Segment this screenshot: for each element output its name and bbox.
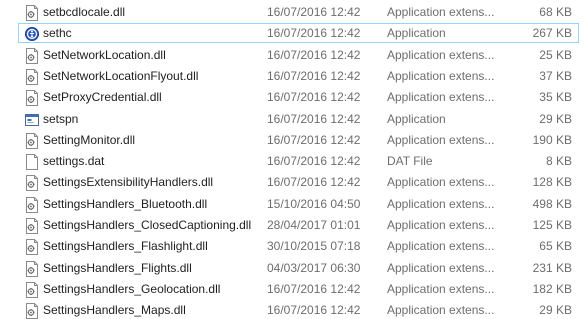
file-type: Application — [387, 111, 446, 126]
file-list: setbcdlocale.dll 16/07/2016 12:42 Applicat… — [0, 0, 587, 319]
file-name: SettingsHandlers_ClosedCaptioning.dll — [43, 218, 252, 232]
file-row[interactable]: SettingsHandlers_Maps.dll 16/07/2016 12:4… — [18, 300, 579, 319]
file-row[interactable]: SettingMonitor.dll 16/07/2016 12:42 Applic… — [18, 130, 579, 150]
file-name: SettingsHandlers_Geolocation.dll — [43, 281, 221, 296]
file-name: SetNetworkLocationFlyout.dll — [43, 68, 199, 83]
file-name: SettingMonitor.dll — [43, 132, 136, 147]
file-name: SettingsHandlers_Bluetooth.dll — [43, 196, 208, 211]
file-size: 68 KB — [539, 5, 572, 19]
dll-file-icon — [25, 260, 39, 277]
file-name: SettingsHandlers_Flashlight.dll — [43, 239, 208, 254]
file-date-modified: 16/07/2016 12:42 — [267, 5, 361, 19]
blank-file-icon — [25, 154, 39, 171]
file-row[interactable]: SettingsHandlers_Bluetooth.dll 15/10/2016… — [18, 194, 579, 214]
file-date-modified: 16/07/2016 12:42 — [267, 303, 361, 318]
file-size: 29 KB — [539, 111, 572, 126]
file-date-modified: 16/07/2016 12:42 — [267, 175, 361, 190]
file-date-modified: 16/07/2016 12:42 — [267, 111, 361, 126]
dll-file-icon — [25, 47, 39, 64]
dll-file-icon — [25, 5, 39, 21]
file-name: SettingsHandlers_Flights.dll — [43, 260, 192, 275]
file-type: Application extens... — [387, 196, 495, 211]
file-type: Application extens... — [387, 218, 495, 232]
file-row[interactable]: SettingsHandlers_Geolocation.dll 16/07/20… — [18, 279, 579, 299]
file-size: 37 KB — [539, 68, 572, 83]
file-type: Application extens... — [387, 90, 495, 105]
file-name: setspn — [43, 111, 79, 126]
file-date-modified: 16/07/2016 12:42 — [267, 281, 361, 296]
file-type: Application extens... — [387, 260, 495, 275]
file-size: 231 KB — [532, 260, 572, 275]
console-app-icon — [25, 112, 39, 128]
file-type: Application extens... — [387, 239, 495, 254]
dll-file-icon — [25, 218, 39, 234]
file-type: Application extens... — [387, 68, 495, 83]
file-type: Application extens... — [387, 281, 495, 296]
file-date-modified: 16/07/2016 12:42 — [267, 47, 361, 62]
file-date-modified: 16/07/2016 12:42 — [267, 26, 361, 41]
dll-file-icon — [25, 281, 39, 298]
file-row[interactable]: SettingsHandlers_Flashlight.dll 30/10/201… — [18, 236, 579, 256]
file-size: 8 KB — [545, 154, 572, 169]
file-name: setbcdlocale.dll — [43, 5, 126, 19]
file-size: 125 KB — [532, 218, 572, 232]
file-row[interactable]: SettingsHandlers_ClosedCaptioning.dll 28/… — [18, 215, 579, 235]
file-row[interactable]: SetProxyCredential.dll 16/07/2016 12:42 Ap… — [18, 87, 579, 107]
file-row[interactable]: SetNetworkLocation.dll 16/07/2016 12:42 Ap… — [18, 45, 579, 65]
file-date-modified: 15/10/2016 04:50 — [267, 196, 361, 211]
file-date-modified: 30/10/2015 07:18 — [267, 239, 361, 254]
file-row[interactable]: settings.dat 16/07/2016 12:42 DAT File 8 KB — [18, 151, 579, 171]
file-size: 182 KB — [532, 281, 572, 296]
file-date-modified: 04/03/2017 06:30 — [267, 260, 361, 275]
file-size: 65 KB — [539, 239, 572, 254]
file-row[interactable]: setspn 16/07/2016 12:42 Application 29 KB — [18, 109, 579, 129]
file-row[interactable]: sethc 16/07/2016 12:42 Application 267 KB — [18, 23, 579, 44]
file-size: 190 KB — [532, 132, 572, 147]
file-size: 29 KB — [539, 303, 572, 318]
dll-file-icon — [25, 90, 39, 107]
file-name: SettingsHandlers_Maps.dll — [43, 303, 186, 318]
file-date-modified: 16/07/2016 12:42 — [267, 132, 361, 147]
file-size: 498 KB — [532, 196, 572, 211]
file-size: 25 KB — [539, 47, 572, 62]
file-date-modified: 16/07/2016 12:42 — [267, 154, 361, 169]
file-size: 128 KB — [532, 175, 572, 190]
file-date-modified: 16/07/2016 12:42 — [267, 90, 361, 105]
file-name: sethc — [43, 26, 72, 41]
dll-file-icon — [25, 68, 39, 85]
file-name: SetProxyCredential.dll — [43, 90, 162, 105]
dll-file-icon — [25, 303, 39, 319]
dll-file-icon — [25, 132, 39, 149]
file-name: SettingsExtensibilityHandlers.dll — [43, 175, 214, 190]
file-type: Application — [387, 26, 446, 41]
dll-file-icon — [25, 175, 39, 192]
file-size: 267 KB — [532, 26, 572, 41]
file-row[interactable]: SettingsExtensibilityHandlers.dll 16/07/2… — [18, 172, 579, 192]
file-size: 35 KB — [539, 90, 572, 105]
file-type: DAT File — [387, 154, 433, 169]
dll-file-icon — [25, 196, 39, 213]
file-row[interactable]: setbcdlocale.dll 16/07/2016 12:42 Applicat… — [18, 2, 579, 22]
dll-file-icon — [25, 239, 39, 256]
file-type: Application extens... — [387, 47, 495, 62]
file-type: Application extens... — [387, 175, 495, 190]
file-row[interactable]: SettingsHandlers_Flights.dll 04/03/2017 0… — [18, 258, 579, 278]
file-type: Application extens... — [387, 5, 495, 19]
file-type: Application extens... — [387, 132, 495, 147]
file-name: settings.dat — [43, 154, 105, 169]
file-date-modified: 28/04/2017 01:01 — [267, 218, 361, 232]
file-type: Application extens... — [387, 303, 495, 318]
file-row[interactable]: SetNetworkLocationFlyout.dll 16/07/2016 1… — [18, 66, 579, 86]
file-name: SetNetworkLocation.dll — [43, 47, 166, 62]
file-date-modified: 16/07/2016 12:42 — [267, 68, 361, 83]
accessibility-app-icon — [25, 26, 39, 42]
